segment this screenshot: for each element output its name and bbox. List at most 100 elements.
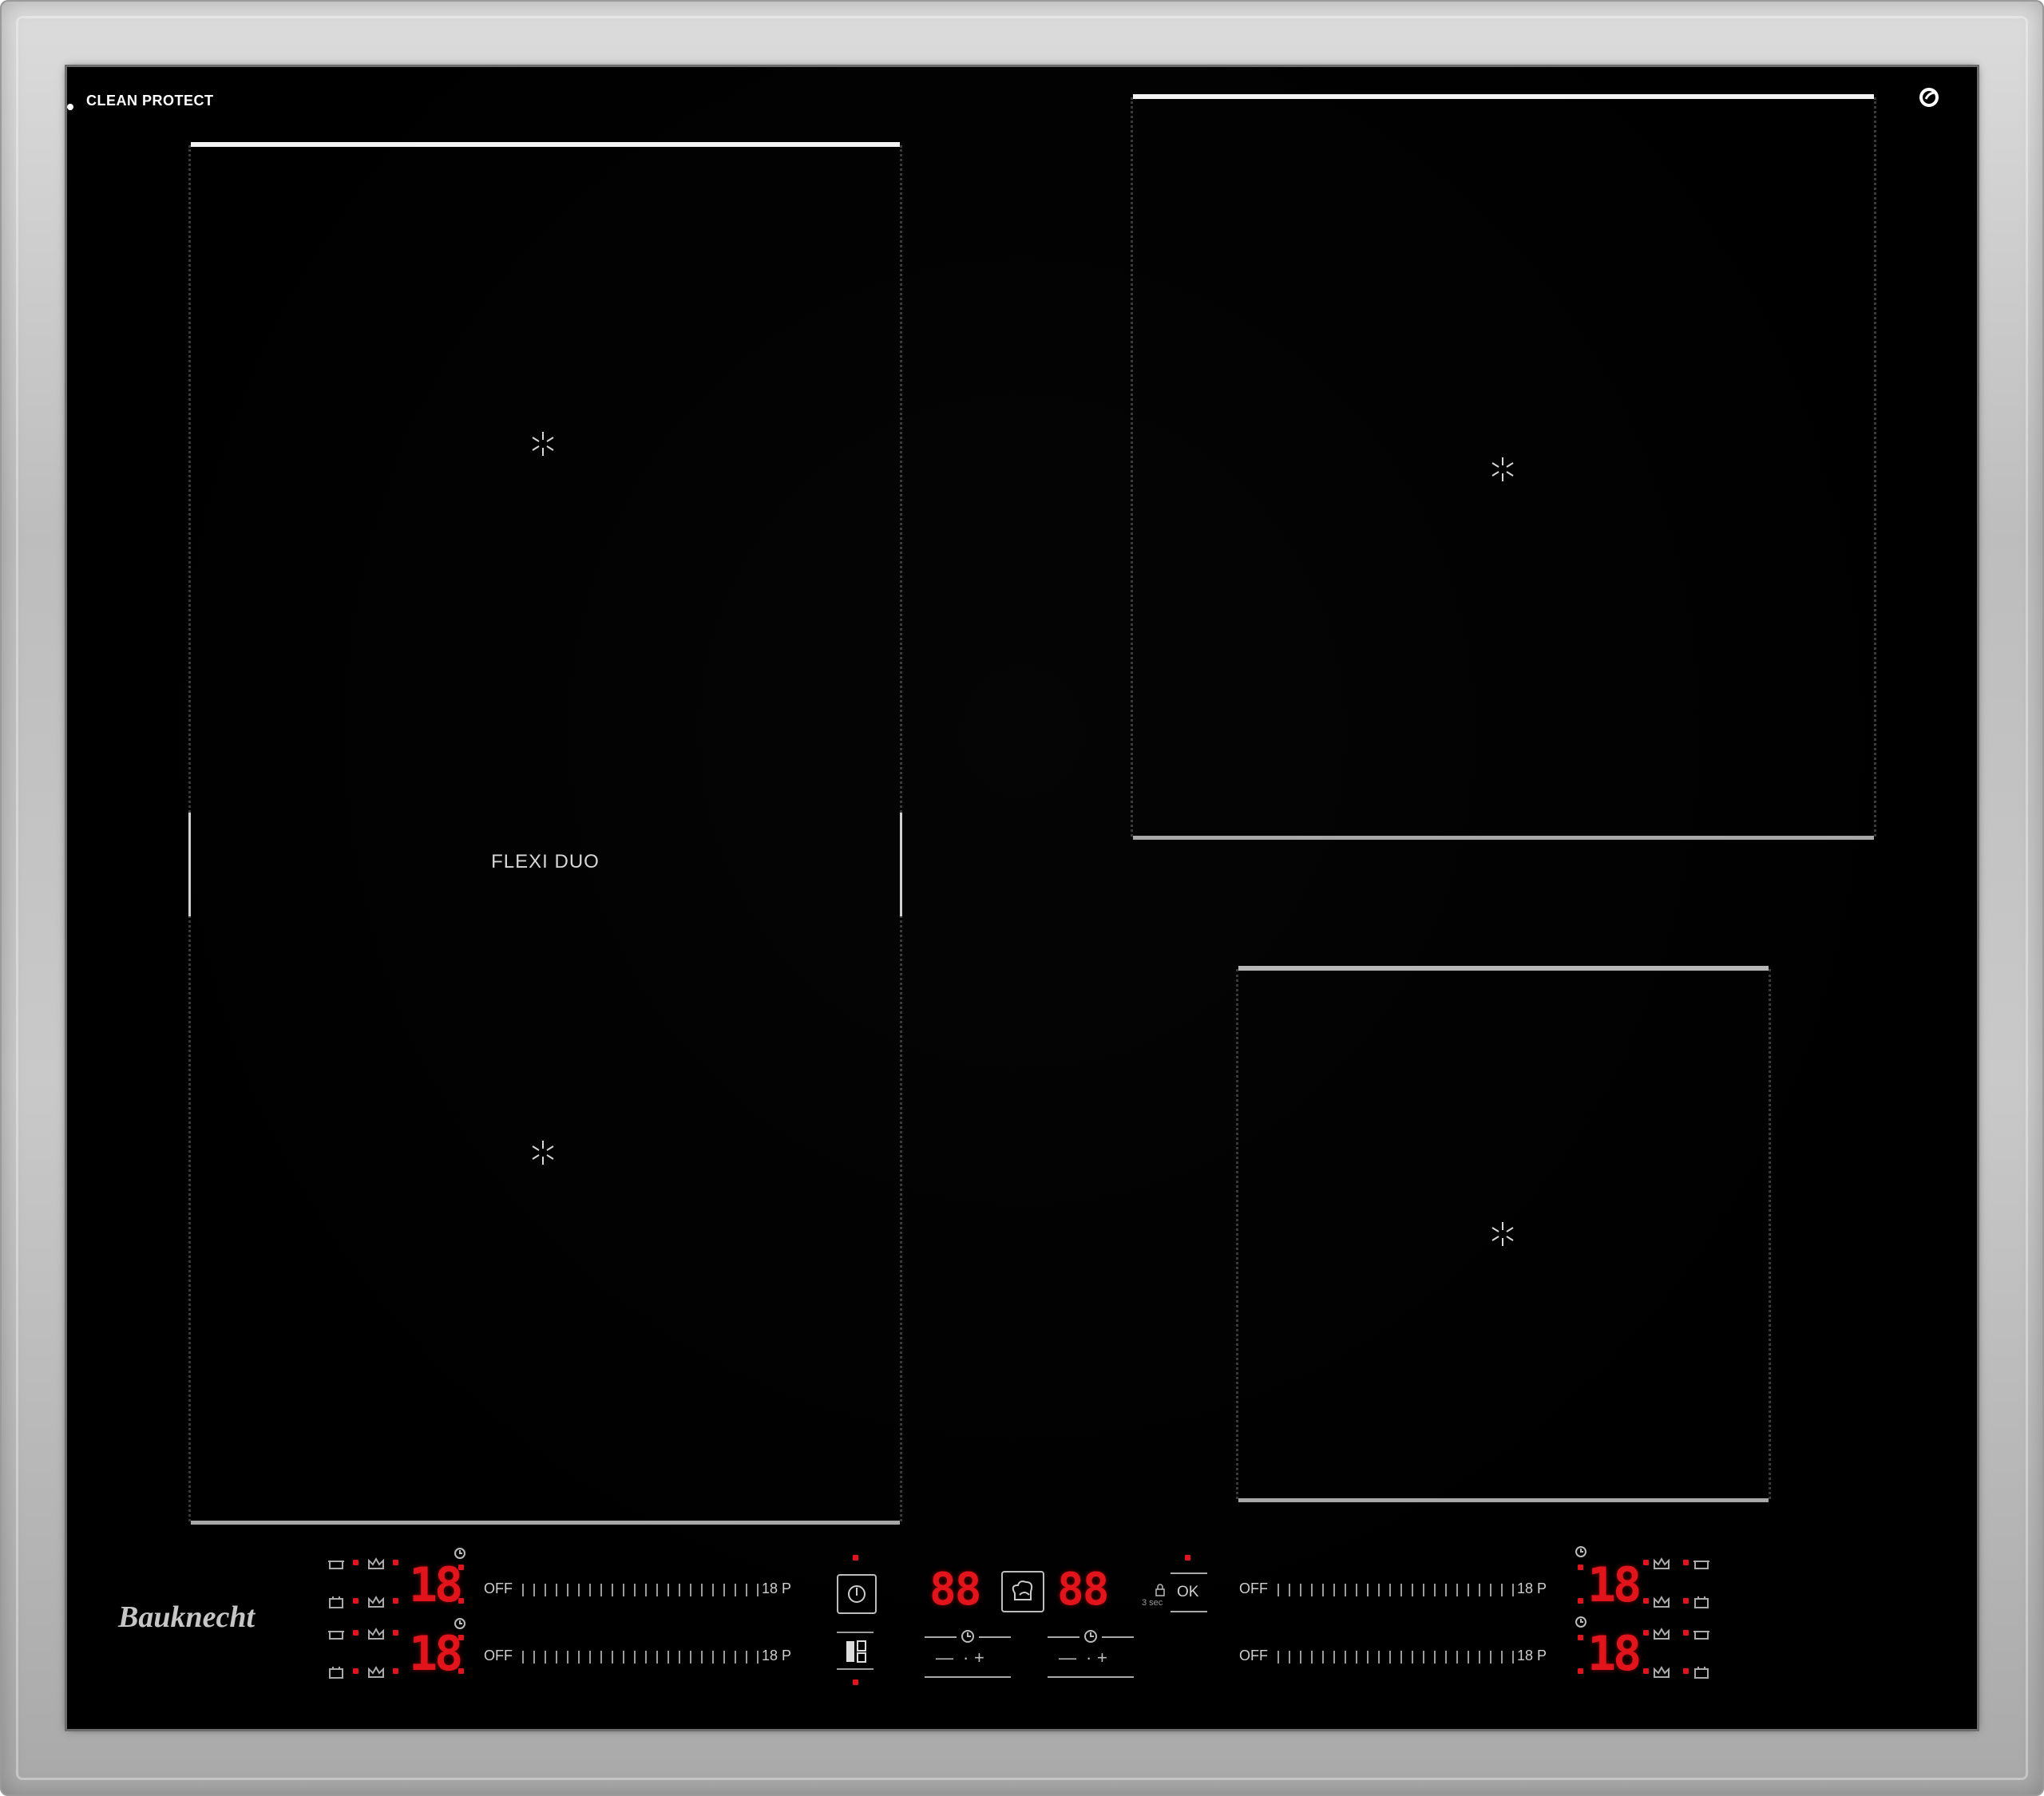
boost-crown-icon[interactable] (1653, 1665, 1670, 1679)
zone-bottom-line (1238, 1498, 1769, 1502)
divider-line (1171, 1611, 1207, 1612)
indicator-dot (458, 1668, 464, 1674)
timer-left-display: 88 (929, 1564, 981, 1616)
flexi-zone-icon[interactable] (845, 1640, 867, 1663)
ok-button[interactable]: OK (1177, 1584, 1198, 1601)
divider-line (925, 1636, 957, 1638)
timer-dot: · (1086, 1648, 1092, 1667)
pan-icon[interactable] (1693, 1665, 1710, 1679)
power-button[interactable] (837, 1574, 877, 1614)
indicator-dot (1578, 1565, 1583, 1570)
divider-line (925, 1676, 1011, 1678)
divider-line (837, 1668, 873, 1670)
indicator-dot (853, 1679, 858, 1685)
timer-icon (1084, 1630, 1097, 1643)
power-slider[interactable] (1278, 1584, 1515, 1596)
indicator-dot (393, 1630, 398, 1636)
timer-dot: · (963, 1648, 969, 1667)
bauknecht-logo: Bauknecht (118, 1600, 256, 1634)
pan-icon[interactable] (327, 1665, 345, 1679)
indicator-dot (1643, 1560, 1649, 1565)
timer-icon[interactable] (1575, 1616, 1587, 1628)
indicator-dot (1578, 1668, 1583, 1674)
boost-crown-icon[interactable] (367, 1595, 385, 1609)
timer-plus-button[interactable]: + (974, 1648, 984, 1668)
zone-bottom-line (191, 1521, 900, 1525)
indicator-dot (1683, 1598, 1689, 1604)
zone-power-display: 18 (1587, 1626, 1642, 1682)
divider-line (837, 1632, 873, 1633)
zone-bottom-line (1133, 836, 1874, 840)
timer-icon[interactable] (454, 1547, 466, 1560)
slider-max-label[interactable]: 18 P (762, 1580, 791, 1597)
zone-power-display: 18 (409, 1557, 463, 1613)
divider-line (1048, 1676, 1134, 1678)
cooking-zone-center-icon (1491, 457, 1514, 481)
pan-icon[interactable] (1693, 1595, 1710, 1609)
boost-crown-icon[interactable] (1653, 1627, 1670, 1641)
indicator-dot (853, 1555, 858, 1561)
pot-icon[interactable] (327, 1627, 345, 1641)
cooking-zone-center-icon (1491, 1222, 1514, 1246)
timer-icon[interactable] (1575, 1545, 1587, 1558)
power-slider[interactable] (522, 1584, 760, 1596)
indicator-dot (458, 1598, 464, 1604)
zone-top-line (1133, 94, 1874, 99)
indicator-dot (353, 1630, 358, 1636)
slider-off-label[interactable]: OFF (484, 1580, 513, 1597)
slider-off-label[interactable]: OFF (1239, 1648, 1268, 1664)
zone-power-display: 18 (1587, 1557, 1642, 1613)
slider-max-label[interactable]: 18 P (1517, 1580, 1547, 1597)
boost-crown-icon[interactable] (367, 1665, 385, 1679)
boost-crown-icon[interactable] (1653, 1595, 1670, 1609)
cooking-zone-center-icon (532, 1141, 554, 1165)
indicator-dot (458, 1565, 464, 1570)
indicator-dot (1643, 1630, 1649, 1636)
pot-icon[interactable] (327, 1557, 345, 1571)
timer-icon[interactable] (454, 1617, 466, 1630)
divider-line (979, 1636, 1011, 1638)
zone-top-line (1238, 966, 1769, 971)
divider-line (1171, 1572, 1207, 1574)
indicator-dot (393, 1668, 398, 1674)
slider-off-label[interactable]: OFF (484, 1648, 513, 1664)
timer-minus-button[interactable]: — (936, 1648, 953, 1668)
flexi-duo-label: FLEXI DUO (491, 851, 600, 872)
power-slider[interactable] (522, 1651, 760, 1663)
divider-line (1048, 1636, 1079, 1638)
indicator-dot (1643, 1598, 1649, 1604)
slider-max-label[interactable]: 18 P (1517, 1648, 1547, 1664)
timer-minus-button[interactable]: — (1059, 1648, 1076, 1668)
indicator-dot (353, 1560, 358, 1565)
lock-icon (1155, 1584, 1165, 1596)
zone-top-line (191, 142, 900, 147)
pot-icon[interactable] (1693, 1627, 1710, 1641)
indicator-dot (1683, 1630, 1689, 1636)
indicator-dot (353, 1598, 358, 1604)
pot-icon[interactable] (1693, 1557, 1710, 1571)
timer-right-display: 88 (1057, 1564, 1109, 1616)
timer-plus-button[interactable]: + (1097, 1648, 1107, 1668)
chef-hat-icon (1012, 1580, 1033, 1600)
eco-icon (1919, 88, 1939, 107)
slider-max-label[interactable]: 18 P (762, 1648, 791, 1664)
boost-crown-icon[interactable] (1653, 1557, 1670, 1571)
divider-line (1102, 1636, 1134, 1638)
indicator-dot (1578, 1598, 1583, 1604)
pan-icon[interactable] (327, 1595, 345, 1609)
indicator-dot (393, 1598, 398, 1604)
flexi-duo-zone[interactable]: FLEXI DUO (188, 142, 902, 1525)
cooking-zone-center-icon (532, 432, 554, 456)
chef-assist-button[interactable] (1001, 1571, 1044, 1612)
clean-protect-mark: CLEAN PROTECT (86, 93, 214, 109)
boost-crown-icon[interactable] (367, 1627, 385, 1641)
indicator-dot (1683, 1668, 1689, 1674)
indicator-dot (67, 104, 73, 110)
boost-crown-icon[interactable] (367, 1557, 385, 1571)
indicator-dot (393, 1560, 398, 1565)
indicator-dot (1683, 1560, 1689, 1565)
slider-off-label[interactable]: OFF (1239, 1580, 1268, 1597)
power-slider[interactable] (1278, 1651, 1515, 1663)
indicator-dot (1643, 1668, 1649, 1674)
zone-divider-right (900, 813, 902, 916)
